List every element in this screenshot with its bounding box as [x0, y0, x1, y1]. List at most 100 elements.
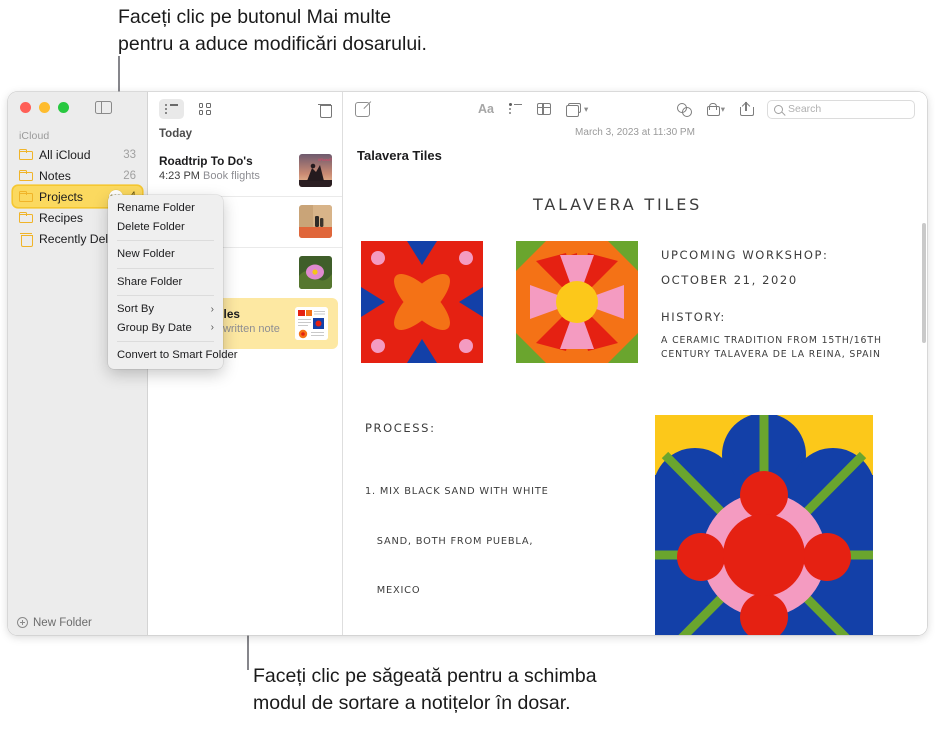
- tile-artwork-2: [516, 241, 638, 363]
- folder-icon: [19, 212, 33, 223]
- menu-separator: [117, 240, 214, 241]
- menu-item-sort-by[interactable]: Sort By ›: [108, 300, 223, 319]
- folder-context-menu: Rename Folder Delete Folder New Folder S…: [108, 195, 238, 369]
- notes-group-header: Today: [159, 128, 193, 140]
- note-row-text: Roadtrip To Do's 4:23 PM Book flights: [159, 154, 291, 182]
- page-title: Talavera Tiles: [357, 148, 442, 163]
- media-button[interactable]: ▾: [565, 103, 589, 117]
- process-step: SAND, BOTH FROM PUEBLA,: [365, 535, 534, 547]
- chevron-down-icon: ▾: [583, 103, 589, 114]
- new-folder-label: New Folder: [33, 616, 92, 629]
- share-icon[interactable]: [740, 101, 754, 116]
- note-preview: Book flights: [203, 170, 260, 182]
- list-view-button[interactable]: [159, 99, 184, 119]
- search-placeholder: Search: [788, 103, 822, 115]
- menu-item-label: Convert to Smart Folder: [117, 349, 238, 362]
- folder-icon: [19, 170, 33, 181]
- compose-icon: [355, 101, 370, 117]
- note-thumbnail: #RoadTrip: [299, 154, 332, 187]
- menu-item-label: Rename Folder: [117, 202, 195, 215]
- minimize-button[interactable]: [39, 102, 50, 113]
- checklist-icon[interactable]: [508, 103, 522, 115]
- format-tools-group: Aa ▾: [478, 102, 589, 117]
- search-input[interactable]: Search: [767, 99, 915, 119]
- handwritten-process-list: 1. MIX BLACK SAND WITH WHITE SAND, BOTH …: [365, 451, 591, 635]
- compose-note-button[interactable]: [355, 101, 370, 117]
- svg-text:#RoadTrip: #RoadTrip: [318, 157, 332, 162]
- note-thumbnail: [299, 256, 332, 289]
- list-item[interactable]: Roadtrip To Do's 4:23 PM Book flights #R…: [148, 146, 342, 196]
- note-date-line: March 3, 2023 at 11:30 PM: [575, 127, 695, 138]
- sidebar-item-all-icloud[interactable]: All iCloud 33: [13, 144, 142, 165]
- handwritten-workshop-heading: UPCOMING WORKSHOP:: [661, 248, 829, 262]
- handwritten-title: TALAVERA TILES: [533, 195, 703, 214]
- close-button[interactable]: [20, 102, 31, 113]
- note-editor-pane: Aa ▾ ▾ Search March 3, 2023 at 11:30 PM …: [343, 92, 927, 635]
- lock-icon: [706, 102, 720, 116]
- menu-item-share-folder[interactable]: Share Folder: [108, 273, 223, 292]
- handwritten-workshop-date: OCTOBER 21, 2020: [661, 273, 798, 287]
- sidebar-item-label: Notes: [39, 168, 71, 183]
- menu-item-label: Group By Date: [117, 321, 192, 334]
- media-icon: [565, 103, 581, 117]
- folder-icon: [19, 191, 33, 202]
- menu-separator: [117, 267, 214, 269]
- delete-note-icon[interactable]: [318, 102, 332, 118]
- menu-item-new-folder[interactable]: New Folder: [108, 245, 223, 264]
- sidebar-item-notes[interactable]: Notes 26: [13, 165, 142, 186]
- sidebar-section-label: iCloud: [19, 130, 50, 142]
- note-content-canvas: TALAVERA TILES UPCOMING WORKSHOP: OCTOBE…: [343, 163, 927, 635]
- callout-top-text: Faceți clic pe butonul Mai multe pentru …: [118, 6, 427, 55]
- menu-item-convert-to-smart-folder[interactable]: Convert to Smart Folder: [108, 346, 238, 365]
- note-time: 4:23 PM: [159, 170, 200, 182]
- menu-item-group-by-date[interactable]: Group By Date ›: [108, 319, 223, 338]
- collaborate-icon[interactable]: [676, 102, 692, 117]
- menu-item-delete-folder[interactable]: Delete Folder: [108, 218, 223, 237]
- menu-item-rename-folder[interactable]: Rename Folder: [108, 199, 223, 218]
- menu-separator: [117, 295, 214, 296]
- table-icon[interactable]: [536, 103, 551, 115]
- note-meta: 4:23 PM Book flights: [159, 170, 291, 182]
- handwritten-history-line-1: A CERAMIC TRADITION FROM 15TH/16TH: [661, 335, 882, 346]
- plus-circle-icon: [17, 617, 28, 628]
- gallery-view-button[interactable]: [192, 99, 217, 119]
- tile-artwork-3: [655, 415, 873, 635]
- notes-list-toolbar: [148, 92, 342, 126]
- process-step: MEXICO: [365, 585, 421, 596]
- maximize-button[interactable]: [58, 102, 69, 113]
- list-view-icon: [165, 103, 178, 115]
- note-thumbnail: [299, 205, 332, 238]
- lock-button[interactable]: ▾: [706, 102, 725, 116]
- chevron-right-icon: ›: [210, 322, 214, 334]
- notes-app-window: iCloud All iCloud 33 Notes 26 Projects •…: [8, 92, 927, 635]
- new-folder-button[interactable]: New Folder: [8, 610, 147, 635]
- sidebar-item-count: 26: [123, 169, 136, 182]
- note-thumbnail: [295, 307, 328, 340]
- grid-view-icon: [198, 103, 211, 115]
- folder-icon: [19, 149, 33, 160]
- callout-top-leader-line: [118, 56, 120, 92]
- window-traffic-lights: [20, 102, 69, 113]
- editor-toolbar: Aa ▾ ▾ Search: [343, 92, 927, 126]
- sidebar-toggle-icon[interactable]: [95, 100, 112, 115]
- menu-item-label: Sort By: [117, 303, 155, 316]
- menu-item-label: Share Folder: [117, 275, 183, 288]
- sidebar-item-label: Projects: [39, 189, 84, 204]
- handwritten-history-line-2: CENTURY TALAVERA DE LA REINA, SPAIN: [661, 349, 881, 360]
- editor-right-tools: ▾ Search: [676, 99, 915, 119]
- trash-icon: [19, 233, 33, 247]
- process-step: 1. MIX BLACK SAND WITH WHITE: [365, 486, 549, 497]
- callout-bottom-text: Faceți clic pe săgeată pentru a schimba …: [253, 665, 597, 714]
- process-step: 2. KEEP ONLY FINEST PARTICLES BY: [365, 633, 591, 636]
- handwritten-process-heading: PROCESS:: [365, 421, 436, 435]
- screenshot-root: Faceți clic pe butonul Mai multe pentru …: [0, 0, 935, 737]
- window-titlebar: [8, 92, 147, 123]
- sidebar-item-label: All iCloud: [39, 147, 91, 162]
- menu-separator: [117, 341, 214, 342]
- menu-item-label: New Folder: [117, 248, 175, 261]
- text-format-button[interactable]: Aa: [478, 102, 494, 116]
- editor-scrollbar[interactable]: [921, 223, 926, 343]
- note-title: Roadtrip To Do's: [159, 154, 253, 168]
- tile-artwork-1: [361, 241, 483, 363]
- handwritten-history-heading: HISTORY:: [661, 310, 726, 324]
